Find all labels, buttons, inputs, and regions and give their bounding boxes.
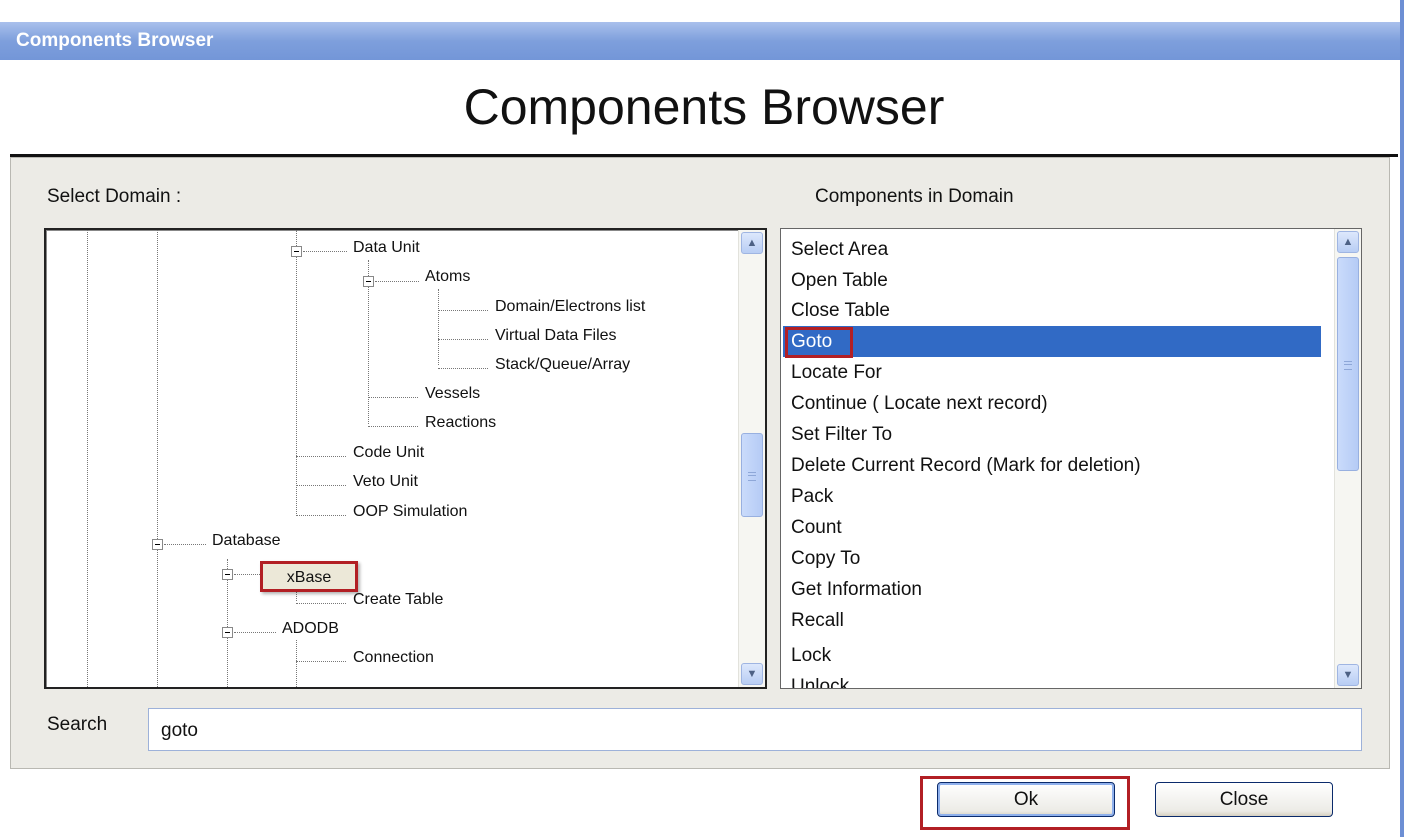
collapse-toggle-icon[interactable] [152,539,163,550]
selection-highlight-frame [785,327,853,358]
tree-connector [296,485,346,486]
tree-node-veto-unit[interactable]: Veto Unit [353,473,418,491]
tree-node-oop-simulation[interactable]: OOP Simulation [353,503,467,521]
components-browser-window: Components Browser Components Browser Se… [0,0,1404,837]
search-label: Search [47,714,108,735]
select-domain-label: Select Domain : [47,186,182,207]
tree-connector [368,426,418,427]
window-title-bar[interactable]: Components Browser [0,22,1400,60]
list-item[interactable]: Lock [791,640,831,671]
components-list[interactable]: Select Area Open Table Close Table Goto … [780,228,1362,689]
tree-node-reactions[interactable]: Reactions [425,414,496,432]
scroll-up-arrow-icon[interactable]: ▲ [741,232,763,254]
close-button[interactable]: Close [1155,782,1333,817]
tree-connector [303,251,347,252]
tree-node-domain-electrons-list[interactable]: Domain/Electrons list [495,298,645,316]
tree-connector [438,368,488,369]
list-vertical-scrollbar[interactable]: ▲ ▼ [1334,229,1361,688]
components-in-domain-label: Components in Domain [815,186,1014,207]
tree-node-connection[interactable]: Connection [353,649,434,667]
tree-node-adodb[interactable]: ADODB [282,620,339,638]
list-item[interactable]: Select Area [791,234,888,265]
list-item[interactable]: Set Filter To [791,419,892,450]
tree-guide-line [157,230,158,687]
list-item[interactable]: Recall [791,605,844,636]
list-item[interactable]: Locate For [791,357,882,388]
search-input[interactable] [148,708,1362,751]
tree-node-code-unit[interactable]: Code Unit [353,444,424,462]
tree-guide-line [296,640,297,687]
page-title: Components Browser [463,79,945,135]
collapse-toggle-icon[interactable] [291,246,302,257]
list-item[interactable]: Close Table [791,295,890,326]
list-item[interactable]: Pack [791,481,833,512]
scroll-down-arrow-icon[interactable]: ▼ [741,663,763,685]
scroll-up-arrow-icon[interactable]: ▲ [1337,231,1359,253]
tree-node-database[interactable]: Database [212,532,281,550]
tree-node-data-unit[interactable]: Data Unit [353,239,420,257]
tree-node-stack-queue-array[interactable]: Stack/Queue/Array [495,356,630,374]
collapse-toggle-icon[interactable] [363,276,374,287]
tree-connector [164,544,206,545]
tree-connector [234,632,276,633]
dialog-header: Components Browser [10,60,1398,157]
list-item[interactable]: Get Information [791,574,922,605]
tree-connector [375,281,419,282]
tree-connector [438,339,488,340]
tree-connector [438,310,488,311]
list-item[interactable]: Continue ( Locate next record) [791,388,1048,419]
tree-connector [296,603,346,604]
tree-connector [296,661,346,662]
scrollbar-thumb[interactable] [1337,257,1359,471]
scrollbar-thumb[interactable] [741,433,763,517]
domain-tree[interactable]: Data Unit Atoms Domain/Electrons list Vi… [44,228,767,689]
list-item[interactable]: Unlock [791,671,849,688]
tree-node-vessels[interactable]: Vessels [425,385,480,403]
tree-connector [296,515,346,516]
tree-guide-line [296,230,297,514]
collapse-toggle-icon[interactable] [222,627,233,638]
list-item[interactable]: Count [791,512,842,543]
list-item[interactable]: Open Table [791,265,888,296]
tree-node-virtual-data-files[interactable]: Virtual Data Files [495,327,617,345]
tree-guide-line [438,289,439,365]
collapse-toggle-icon[interactable] [222,569,233,580]
scroll-down-arrow-icon[interactable]: ▼ [1337,664,1359,686]
tree-node-atoms[interactable]: Atoms [425,268,470,286]
tree-node-xbase[interactable]: xBase [260,561,358,592]
tree-node-create-table[interactable]: Create Table [353,591,443,609]
list-item[interactable]: Delete Current Record (Mark for deletion… [791,450,1141,481]
tree-connector [368,397,418,398]
tree-connector [296,456,346,457]
tree-guide-line [87,230,88,687]
ok-button[interactable]: Ok [937,782,1115,817]
list-item-selected[interactable]: Goto [783,326,1321,357]
list-item[interactable]: Copy To [791,543,860,574]
tree-vertical-scrollbar[interactable]: ▲ ▼ [738,230,765,687]
